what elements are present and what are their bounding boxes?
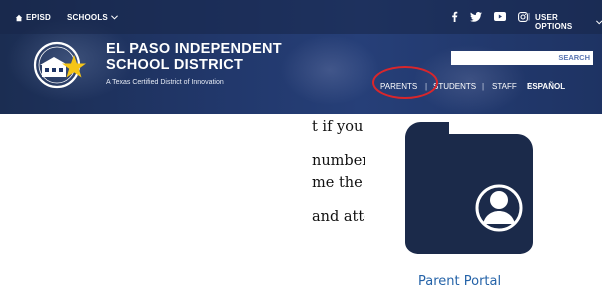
topbar-separator: | <box>528 12 531 21</box>
twitter-icon[interactable] <box>470 11 482 22</box>
schools-label: SCHOOLS <box>67 13 108 22</box>
nav-espanol: ESPAÑOL <box>527 82 566 91</box>
district-tagline: A Texas Certified District of Innovation <box>106 79 224 86</box>
user-options-label: USER OPTIONS <box>535 13 573 31</box>
district-name[interactable]: EL PASO INDEPENDENT SCHOOL DISTRICT <box>106 41 282 73</box>
top-utility-bar: EPISD SCHOOLS | USER OPTIONS <box>0 0 602 34</box>
chevron-down-icon <box>111 15 118 20</box>
nav-language-toggle[interactable]: 文 ESPAÑOL <box>527 82 565 91</box>
district-seal-logo[interactable] <box>30 35 90 95</box>
search-button[interactable]: SEARCH <box>520 53 590 62</box>
instagram-icon[interactable] <box>518 11 528 22</box>
district-name-line2: SCHOOL DISTRICT <box>106 57 244 73</box>
highlight-circle-annotation <box>372 66 438 99</box>
nav-separator: | <box>482 82 485 91</box>
folder-user-icon <box>405 122 533 254</box>
youtube-icon[interactable] <box>494 12 506 21</box>
facebook-icon[interactable] <box>451 11 458 22</box>
home-link[interactable]: EPISD <box>15 13 51 22</box>
nav-students[interactable]: STUDENTS <box>433 82 476 91</box>
schools-dropdown[interactable]: SCHOOLS <box>67 13 118 22</box>
home-icon <box>15 14 23 21</box>
nav-staff[interactable]: STAFF <box>492 82 517 91</box>
social-links <box>451 11 528 22</box>
home-label: EPISD <box>26 13 52 22</box>
parent-portal-link[interactable]: Parent Portal <box>418 274 558 289</box>
chevron-down-icon <box>595 20 602 24</box>
user-options-dropdown[interactable]: USER OPTIONS <box>535 13 602 31</box>
parent-portal-card[interactable] <box>365 114 548 297</box>
district-name-line1: EL PASO INDEPENDENT <box>106 41 282 57</box>
district-header-screenshot: EPISD SCHOOLS | USER OPTIONS EL PASO IND… <box>0 0 602 114</box>
